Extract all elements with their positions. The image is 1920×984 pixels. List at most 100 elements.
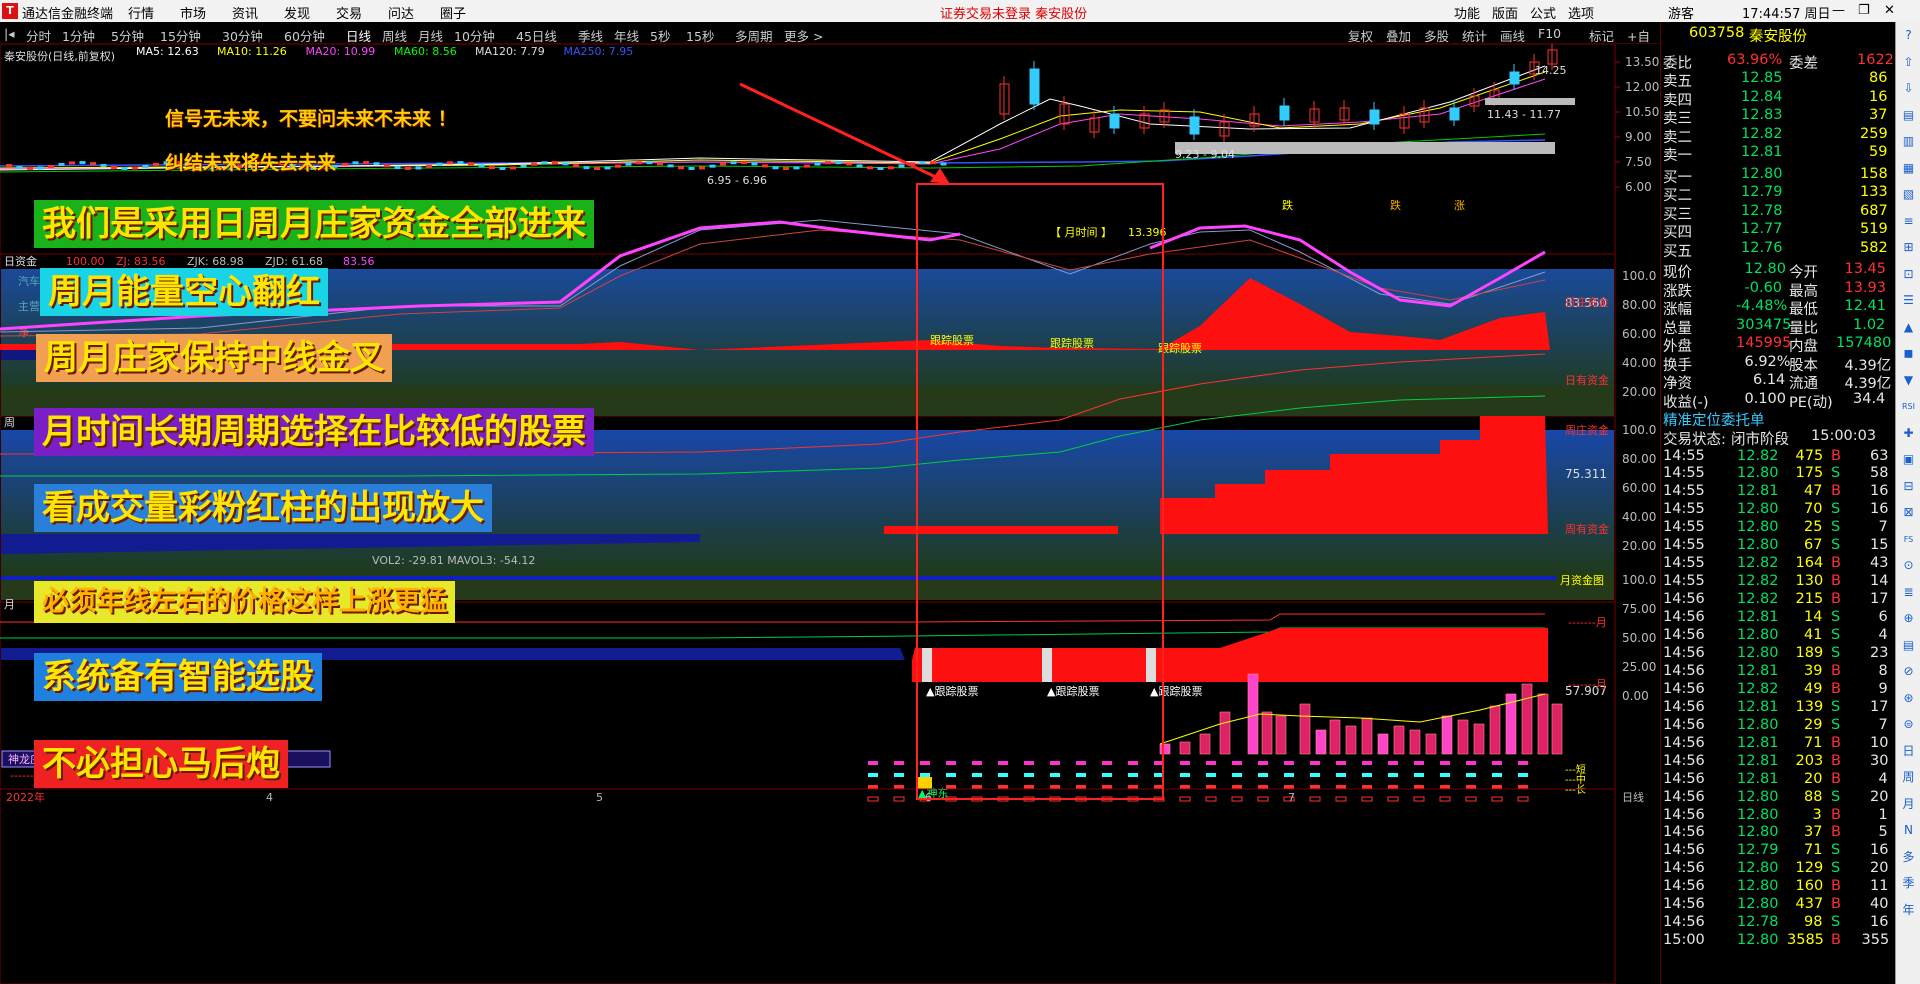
side-tool-14-icon[interactable]: RSI <box>1899 397 1918 416</box>
right-menu-2[interactable]: 版面 <box>1492 3 1518 22</box>
menu-2[interactable]: 市场 <box>180 3 206 22</box>
side-tool-15-icon[interactable]: ✚ <box>1899 424 1918 443</box>
toolbar-2[interactable]: 多股 <box>1424 26 1449 45</box>
signal-0-15 <box>1258 761 1268 765</box>
side-tool-11-icon[interactable]: ▲ <box>1899 318 1918 337</box>
tick-row-20-cell-4: 1 <box>1878 806 1888 823</box>
user-label[interactable]: 游客 <box>1668 3 1694 22</box>
side-tool-8-icon[interactable]: ⊞ <box>1899 238 1918 257</box>
side-tool-22-icon[interactable]: ⊕ <box>1899 609 1918 628</box>
p4-track-0: ▲跟踪股票 <box>926 684 978 698</box>
side-tool-33-icon[interactable]: 年 <box>1899 901 1918 920</box>
side-tool-27-icon[interactable]: 日 <box>1899 742 1918 761</box>
menu-1[interactable]: 行情 <box>128 3 154 22</box>
tick-row-7-cell-0: 14:55 <box>1663 573 1705 590</box>
signal-1-10 <box>1128 773 1138 777</box>
side-tool-21-icon[interactable]: ≣ <box>1899 583 1918 602</box>
tab-13[interactable]: 5秒 <box>650 26 670 45</box>
side-tool-16-icon[interactable]: ▣ <box>1899 450 1918 469</box>
quote-panel: 603758 秦安股份 委比 63.96% 委差 1622 卖五 12.85 86 卖四 12.84… <box>1660 22 1895 984</box>
toolbar-4[interactable]: 画线 <box>1500 26 1525 45</box>
side-tool-12-icon[interactable]: ◼ <box>1899 344 1918 363</box>
side-tool-1-icon[interactable]: ⇧ <box>1899 53 1918 72</box>
tick-row-5: 14:55 12.80 67 S 15 <box>1661 537 1896 555</box>
side-tool-7-icon[interactable]: ≡ <box>1899 212 1918 231</box>
side-tool-26-icon[interactable]: ⊜ <box>1899 715 1918 734</box>
login-notice[interactable]: 证券交易未登录 秦安股份 <box>940 3 1087 22</box>
right-menu-3[interactable]: 公式 <box>1530 3 1556 22</box>
menu-6[interactable]: 问达 <box>388 3 414 22</box>
side-tool-24-icon[interactable]: ⊘ <box>1899 662 1918 681</box>
tick-row-4: 14:55 12.80 25 S 7 <box>1661 519 1896 537</box>
side-tool-23-icon[interactable]: ▤ <box>1899 636 1918 655</box>
side-tool-6-icon[interactable]: ▧ <box>1899 185 1918 204</box>
p4-legend-2: ---长 <box>1565 784 1586 796</box>
side-tool-9-icon[interactable]: ⊡ <box>1899 265 1918 284</box>
side-tool-4-icon[interactable]: ▥ <box>1899 132 1918 151</box>
tab-scroll-icon[interactable]: |◂ <box>4 26 15 41</box>
side-tool-10-icon[interactable]: ☰ <box>1899 291 1918 310</box>
stat-row-4-cell-1: 145995 <box>1736 335 1792 351</box>
tab-5[interactable]: 60分钟 <box>284 26 325 45</box>
candle-body-13 <box>1369 109 1380 125</box>
tab-2[interactable]: 5分钟 <box>111 26 144 45</box>
side-tool-28-icon[interactable]: 周 <box>1899 768 1918 787</box>
tab-11[interactable]: 季线 <box>578 26 603 45</box>
toolbar-5[interactable]: F10 <box>1538 26 1561 41</box>
menu-5[interactable]: 交易 <box>336 3 362 22</box>
side-tool-5-icon[interactable]: ▦ <box>1899 159 1918 178</box>
right-menu-1[interactable]: 功能 <box>1454 3 1480 22</box>
tab-8[interactable]: 月线 <box>418 26 443 45</box>
tick-row-9-cell-0: 14:56 <box>1663 609 1705 626</box>
tab-6[interactable]: 日线 <box>346 26 371 45</box>
vol-bar-7 <box>1299 703 1311 755</box>
toolbar-1[interactable]: 叠加 <box>1386 26 1411 45</box>
tick-row-4-cell-1: 12.80 <box>1737 519 1779 536</box>
minimize-icon[interactable]: — <box>1832 3 1845 18</box>
side-tool-18-icon[interactable]: ⊠ <box>1899 503 1918 522</box>
restore-icon[interactable]: ❐ <box>1858 3 1870 18</box>
side-tool-30-icon[interactable]: N <box>1899 821 1918 840</box>
side-tool-19-icon[interactable]: FS <box>1899 530 1918 549</box>
side-tool-32-icon[interactable]: 季 <box>1899 874 1918 893</box>
side-tool-17-icon[interactable]: ⊟ <box>1899 477 1918 496</box>
tab-7[interactable]: 周线 <box>382 26 407 45</box>
tab-3[interactable]: 15分钟 <box>160 26 201 45</box>
small-candle-67 <box>709 164 716 168</box>
side-tool-3-icon[interactable]: ▤ <box>1899 106 1918 125</box>
toolbar-0[interactable]: 复权 <box>1348 26 1373 45</box>
tab-15[interactable]: 多周期 <box>735 26 773 45</box>
tab-16[interactable]: 更多 > <box>784 26 823 45</box>
vol-bar-21 <box>1521 683 1533 755</box>
tick-row-25-cell-2: 437 <box>1795 896 1824 913</box>
tab-14[interactable]: 15秒 <box>686 26 714 45</box>
side-tool-13-icon[interactable]: ▼ <box>1899 371 1918 390</box>
side-tool-0-icon[interactable]: ? <box>1899 26 1918 45</box>
menu-7[interactable]: 圈子 <box>440 3 466 22</box>
tab-0[interactable]: 分时 <box>26 26 51 45</box>
tick-row-17-cell-2: 203 <box>1795 752 1824 769</box>
side-tool-2-icon[interactable]: ⇩ <box>1899 79 1918 98</box>
toolbar-3[interactable]: 统计 <box>1462 26 1487 45</box>
tab-10[interactable]: 45日线 <box>516 26 557 45</box>
tab-12[interactable]: 年线 <box>614 26 639 45</box>
vol-bar-10 <box>1345 725 1357 755</box>
tab-1[interactable]: 1分钟 <box>62 26 95 45</box>
side-tool-31-icon[interactable]: 多 <box>1899 848 1918 867</box>
side-tool-25-icon[interactable]: ⊛ <box>1899 689 1918 708</box>
signal-0-13 <box>1206 761 1216 765</box>
side-tool-29-icon[interactable]: 月 <box>1899 795 1918 814</box>
small-candle-79 <box>835 161 842 165</box>
right-menu-4[interactable]: 选项 <box>1568 3 1594 22</box>
toolbar-6[interactable]: 标记 <box>1589 26 1614 45</box>
menu-4[interactable]: 发现 <box>284 3 310 22</box>
side-tool-20-icon[interactable]: ⊙ <box>1899 556 1918 575</box>
small-candle-41 <box>436 162 443 166</box>
tab-4[interactable]: 30分钟 <box>222 26 263 45</box>
tick-row-12-cell-3: B <box>1831 662 1841 679</box>
close-icon[interactable]: ✕ <box>1884 3 1895 18</box>
signal-3-0 <box>867 796 879 802</box>
tab-9[interactable]: 10分钟 <box>454 26 495 45</box>
menu-3[interactable]: 资讯 <box>232 3 258 22</box>
tick-row-24-cell-3: B <box>1831 878 1841 895</box>
